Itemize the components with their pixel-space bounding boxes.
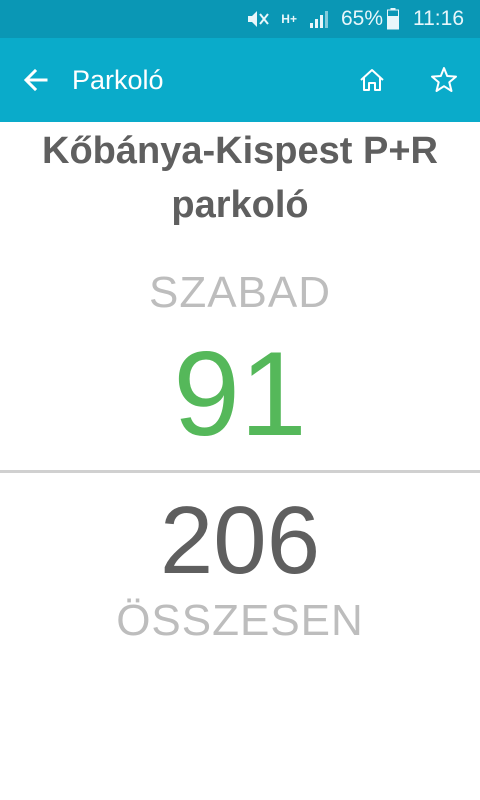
home-icon [360, 69, 384, 91]
page-title: Parkoló [72, 64, 164, 95]
status-bar: H+ 65% 11:16 [0, 0, 480, 38]
total-spaces-label: ÖSSZESEN [116, 596, 364, 645]
back-button[interactable] [0, 38, 72, 122]
total-spaces-count: 206 [159, 487, 321, 594]
battery-icon [387, 8, 399, 30]
battery-percent: 65% [340, 7, 383, 30]
arrow-left-icon [23, 68, 48, 92]
parking-detail: Kőbánya-Kispest P+R parkoló SZABAD 91 20… [0, 122, 480, 800]
favorite-button[interactable] [408, 38, 480, 122]
free-spaces-label: SZABAD [148, 268, 332, 317]
home-button[interactable] [336, 38, 408, 122]
star-outline-icon [431, 67, 457, 92]
network-type-label: H+ [281, 12, 297, 26]
signal-icon [309, 9, 331, 29]
divider [0, 470, 480, 473]
free-spaces-count: 91 [173, 327, 307, 461]
network-type-indicator: H+ [281, 12, 299, 26]
app-bar: Parkoló [0, 38, 480, 122]
clock: 11:16 [413, 7, 464, 30]
mute-icon [245, 8, 271, 30]
parking-name: Kőbánya-Kispest P+R parkoló [42, 130, 438, 226]
